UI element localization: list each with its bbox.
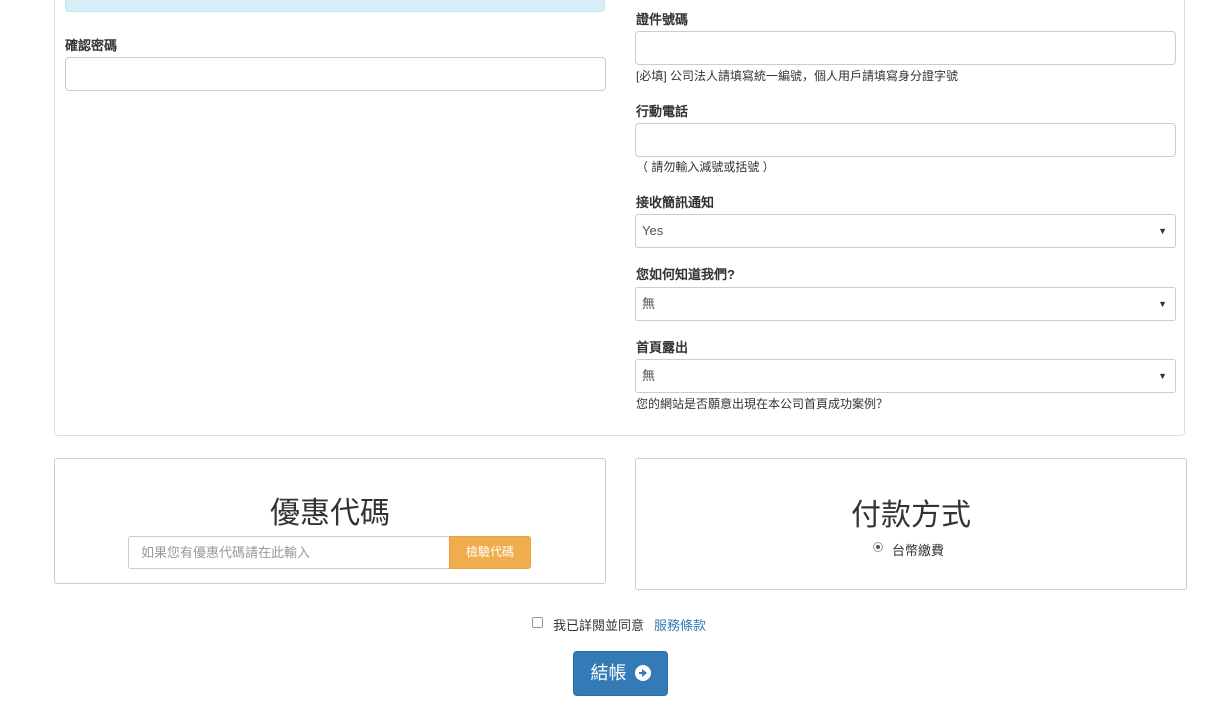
info-alert: [65, 0, 605, 12]
homepage-label: 首頁露出: [636, 340, 689, 355]
payment-title: 付款方式: [851, 499, 971, 532]
id-number-label: 證件號碼: [636, 12, 689, 27]
terms-text: 我已詳閱並同意: [553, 618, 645, 633]
referral-select-value: 無: [642, 296, 656, 311]
homepage-select-value: 無: [642, 368, 656, 383]
id-number-input[interactable]: [635, 31, 1176, 65]
terms-checkbox[interactable]: [532, 617, 543, 628]
confirm-password-label: 確認密碼: [65, 38, 118, 53]
checkout-label: 結帳: [590, 663, 627, 683]
mobile-label: 行動電話: [636, 104, 689, 119]
sms-select-value: Yes: [642, 223, 664, 238]
validate-coupon-button[interactable]: 檢驗代碼: [449, 536, 531, 569]
mobile-help: （ 請勿輸入減號或括號 ）: [636, 160, 775, 174]
caret-down-icon: ▼: [1158, 371, 1167, 381]
caret-down-icon: ▼: [1158, 226, 1167, 236]
sms-label: 接收簡訊通知: [636, 195, 715, 210]
mobile-input[interactable]: [635, 123, 1176, 157]
coupon-input[interactable]: 如果您有優惠代碼請在此輸入: [128, 536, 449, 569]
sms-select[interactable]: Yes ▼: [635, 214, 1176, 248]
homepage-help: 您的網站是否願意出現在本公司首頁成功案例？: [636, 397, 889, 411]
checkout-button[interactable]: 結帳: [573, 651, 668, 696]
id-number-help: [必填] 公司法人請填寫統一編號，個人用戶請填寫身分證字號: [636, 69, 959, 83]
homepage-select[interactable]: 無 ▼: [635, 359, 1176, 393]
confirm-password-input[interactable]: [65, 57, 606, 91]
referral-select[interactable]: 無 ▼: [635, 287, 1176, 321]
referral-label: 您如何知道我們?: [636, 267, 735, 282]
terms-link[interactable]: 服務條款: [654, 615, 706, 634]
payment-option-label: 台幣繳費: [892, 543, 945, 558]
payment-radio-twd[interactable]: [873, 542, 883, 552]
arrow-right-circle-icon: [634, 665, 651, 681]
coupon-title: 優惠代碼: [270, 497, 390, 530]
caret-down-icon: ▼: [1158, 299, 1167, 309]
